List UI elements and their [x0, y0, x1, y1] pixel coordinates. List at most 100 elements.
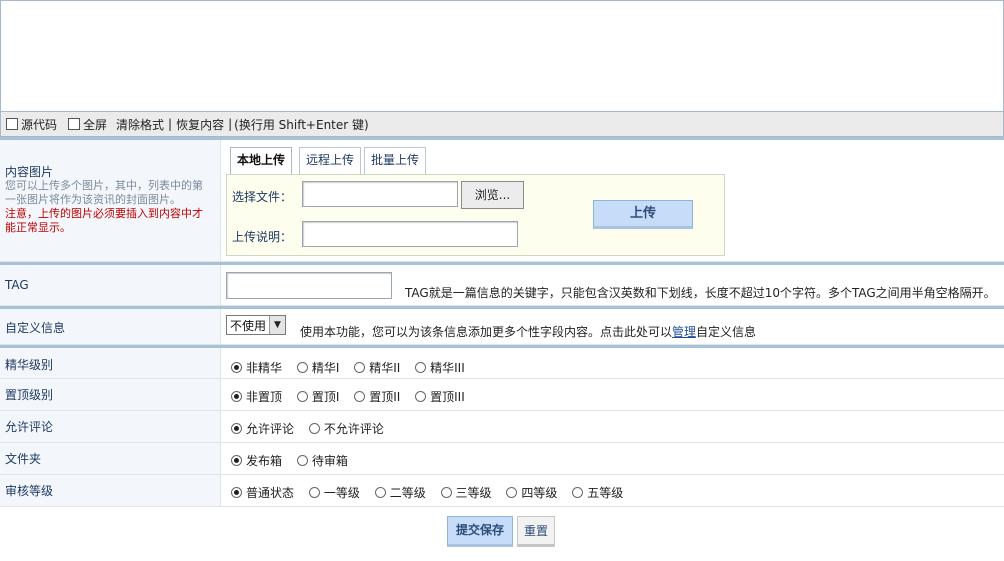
folder-row: 文件夹 发布箱 待审箱 [0, 443, 1004, 475]
toolbar-separator: | [228, 117, 233, 131]
fine-level-option[interactable]: 非精华 [231, 359, 282, 376]
top-level-option[interactable]: 置顶III [415, 388, 465, 405]
allow-comment-label: 允许评论 [5, 420, 54, 434]
upload-panel: 选择文件： 浏览... 上传说明： 上传 [226, 174, 725, 256]
content-image-warning: 注意，上传的图片必须要插入到内容中才能正常显示。 [5, 207, 203, 234]
radio-button[interactable] [415, 362, 427, 373]
fine-level-option[interactable]: 精华I [296, 359, 339, 376]
content-image-description: 您可以上传多个图片，其中，列表中的第一张图片将作为该资讯的封面图片。 [5, 179, 203, 206]
review-level-option[interactable]: 三等级 [440, 484, 492, 501]
tag-row: TAG TAG就是一篇信息的关键字，只能包含汉英数和下划线，长度不超过10个字符… [0, 262, 1004, 306]
folder-label-cell: 文件夹 [0, 443, 221, 474]
radio-button[interactable] [308, 487, 320, 498]
clear-format-link[interactable]: 清除格式 [116, 116, 164, 133]
tab-local-upload[interactable]: 本地上传 [230, 147, 293, 174]
upload-description-input[interactable] [302, 221, 518, 247]
option-label: 精华III [430, 361, 465, 375]
option-label: 三等级 [455, 486, 492, 500]
radio-button[interactable] [296, 362, 308, 373]
allow-comment-option[interactable]: 允许评论 [231, 420, 294, 437]
fine-level-label: 精华级别 [5, 358, 54, 372]
radio-button[interactable] [296, 391, 308, 402]
review-level-option[interactable]: 一等级 [308, 484, 360, 501]
custom-info-label-cell: 自定义信息 [0, 309, 221, 344]
radio-button[interactable] [231, 362, 242, 373]
file-path-input[interactable] [302, 181, 458, 207]
custom-info-row: 自定义信息 不使用 ▼ 使用本功能，您可以为该条信息添加更多个性字段内容。点击此… [0, 306, 1004, 345]
top-level-option[interactable]: 非置顶 [231, 388, 282, 405]
option-label: 发布箱 [246, 454, 283, 468]
allow-comment-row: 允许评论 允许评论 不允许评论 [0, 411, 1004, 443]
option-label: 普通状态 [246, 486, 295, 500]
source-code-toggle[interactable]: 源代码 [6, 116, 57, 133]
fine-level-label-cell: 精华级别 [0, 348, 221, 378]
radio-button[interactable] [231, 455, 242, 466]
content-image-label: 内容图片 [5, 165, 54, 179]
radio-button[interactable] [354, 362, 366, 373]
custom-info-hint-text: 使用本功能，您可以为该条信息添加更多个性字段内容。点击此处可以 [300, 325, 673, 339]
reset-button[interactable]: 重置 [517, 516, 555, 547]
radio-button[interactable] [231, 423, 242, 434]
radio-button[interactable] [231, 487, 242, 498]
source-code-checkbox[interactable] [6, 118, 18, 130]
custom-info-label: 自定义信息 [5, 321, 66, 335]
radio-button[interactable] [374, 487, 386, 498]
radio-button[interactable] [440, 487, 452, 498]
source-code-label: 源代码 [21, 117, 58, 132]
tab-remote-upload[interactable]: 远程上传 [299, 147, 362, 174]
chevron-down-icon[interactable]: ▼ [269, 316, 285, 334]
fine-level-row: 精华级别 非精华 精华I 精华II 精华III [0, 345, 1004, 379]
review-level-option[interactable]: 二等级 [374, 484, 426, 501]
upload-description-label: 上传说明： [232, 230, 293, 244]
top-level-option[interactable]: 置顶I [296, 388, 339, 405]
option-label: 五等级 [587, 486, 624, 500]
radio-button[interactable] [506, 487, 518, 498]
option-label: 不允许评论 [323, 422, 384, 436]
submit-save-button[interactable]: 提交保存 [447, 516, 513, 547]
tag-label-cell: TAG [0, 265, 221, 305]
option-label: 待审箱 [311, 454, 348, 468]
option-label: 非精华 [246, 361, 283, 375]
option-label: 二等级 [389, 486, 426, 500]
fine-level-option[interactable]: 精华II [354, 359, 400, 376]
radio-button[interactable] [231, 391, 242, 402]
folder-option[interactable]: 发布箱 [231, 452, 282, 469]
tab-batch-upload[interactable]: 批量上传 [364, 147, 427, 174]
newline-hint: (换行用 Shift+Enter 键) [234, 117, 369, 132]
radio-button[interactable] [308, 423, 320, 434]
browse-button[interactable]: 浏览... [461, 181, 524, 209]
fullscreen-checkbox[interactable] [68, 118, 81, 130]
radio-button[interactable] [354, 391, 366, 402]
restore-content-link[interactable]: 恢复内容 [176, 116, 224, 133]
radio-button[interactable] [415, 391, 427, 402]
folder-label: 文件夹 [5, 452, 42, 466]
review-level-options: 普通状态 一等级 二等级 三等级 四等级 五等级 [221, 475, 1004, 506]
fullscreen-toggle[interactable]: 全屏 [68, 116, 107, 133]
top-level-options: 非置顶 置顶I 置顶II 置顶III [221, 379, 1004, 410]
custom-info-hint-suffix: 自定义信息 [696, 325, 757, 339]
top-level-row: 置顶级别 非置顶 置顶I 置顶II 置顶III [0, 379, 1004, 411]
fullscreen-label: 全屏 [83, 117, 108, 132]
review-level-option[interactable]: 普通状态 [231, 484, 294, 501]
fine-level-option[interactable]: 精华III [415, 359, 465, 376]
allow-comment-option[interactable]: 不允许评论 [308, 420, 384, 437]
custom-info-value-cell: 不使用 ▼ 使用本功能，您可以为该条信息添加更多个性字段内容。点击此处可以管理自… [221, 309, 1004, 344]
option-label: 非置顶 [246, 390, 283, 404]
content-editor[interactable] [0, 0, 1004, 111]
folder-option[interactable]: 待审箱 [296, 452, 348, 469]
tag-hint: TAG就是一篇信息的关键字，只能包含汉英数和下划线，长度不超过10个字符。多个T… [405, 286, 996, 300]
review-level-option[interactable]: 四等级 [506, 484, 557, 501]
radio-button[interactable] [572, 487, 584, 498]
radio-button[interactable] [296, 455, 308, 466]
custom-info-select[interactable]: 不使用 ▼ [226, 315, 286, 335]
upload-button[interactable]: 上传 [593, 200, 693, 229]
tag-input[interactable] [226, 272, 392, 299]
toolbar-separator: | [168, 117, 173, 131]
content-image-label-cell: 内容图片 您可以上传多个图片，其中，列表中的第一张图片将作为该资讯的封面图片。 … [0, 140, 221, 261]
review-level-option[interactable]: 五等级 [572, 484, 623, 501]
review-level-row: 审核等级 普通状态 一等级 二等级 三等级 四等级 五等级 [0, 475, 1004, 507]
top-level-option[interactable]: 置顶II [354, 388, 400, 405]
review-level-label: 审核等级 [5, 484, 54, 498]
custom-info-select-value: 不使用 [230, 318, 267, 333]
manage-custom-info-link[interactable]: 管理 [672, 325, 696, 339]
